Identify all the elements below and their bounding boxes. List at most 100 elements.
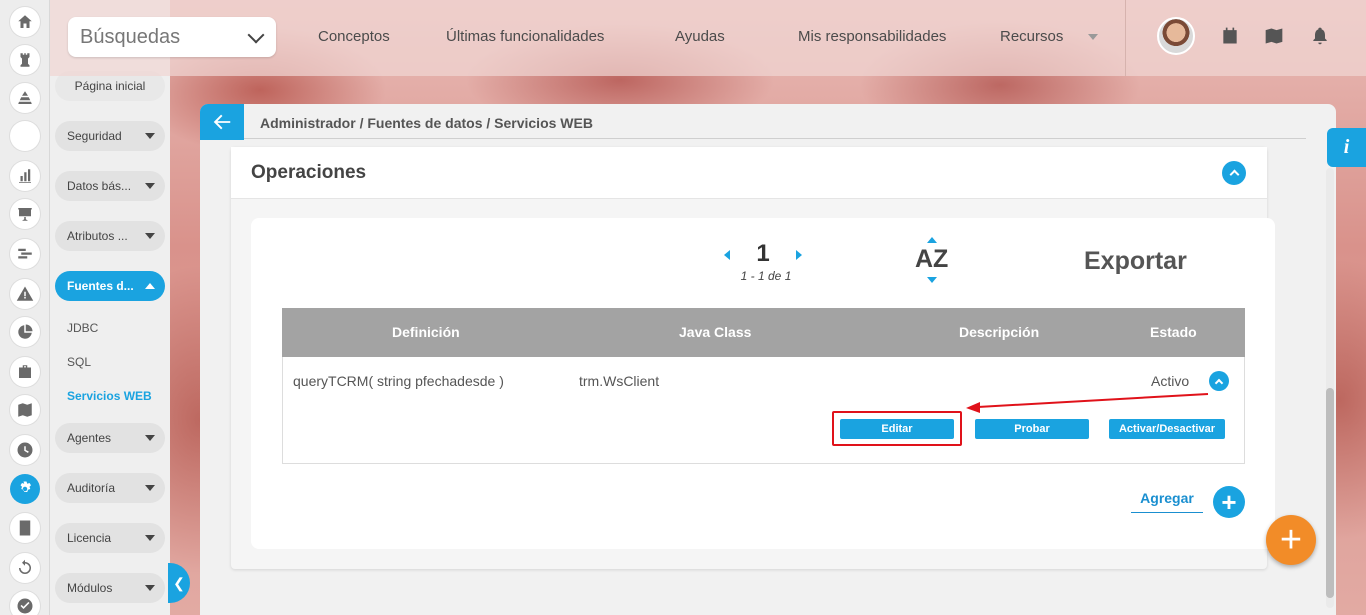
chevron-left-icon: ❮ (173, 574, 185, 591)
floating-add-button[interactable]: + (1266, 515, 1316, 565)
sidebar-subitem-sql[interactable]: SQL (67, 355, 91, 369)
sidebar-item-label: Página inicial (74, 79, 146, 93)
nav-conceptos[interactable]: Conceptos (318, 28, 390, 45)
sidebar-item-label: Fuentes d... (67, 279, 134, 293)
prev-page-icon[interactable] (724, 250, 730, 260)
icon-rail (0, 0, 50, 615)
row-collapse-button[interactable] (1209, 371, 1229, 391)
sidebar-item-label: Auditoría (67, 481, 116, 495)
refresh-icon[interactable] (10, 553, 40, 583)
info-button[interactable]: i (1327, 128, 1366, 167)
caret-up-icon (145, 283, 155, 289)
circle-icon[interactable] (10, 121, 40, 151)
briefcase-icon[interactable] (10, 357, 40, 387)
sidebar-item-modulos[interactable]: Módulos (55, 573, 165, 603)
presentation-icon[interactable] (10, 199, 40, 229)
collapse-card-button[interactable] (1222, 161, 1246, 185)
document-icon[interactable] (10, 513, 40, 543)
divider (244, 138, 1306, 139)
book-icon[interactable] (10, 395, 40, 425)
caret-down-icon (145, 585, 155, 591)
sidebar-item-label: Agentes (67, 431, 112, 445)
current-page: 1 (756, 240, 770, 267)
gear-icon[interactable] (10, 474, 40, 504)
search-select[interactable]: Búsquedas (68, 17, 276, 57)
calendar-icon[interactable] (1220, 26, 1240, 46)
cell-definicion: queryTCRM( string pfechadesde ) (293, 373, 504, 389)
nav-recursos[interactable]: Recursos (1000, 28, 1063, 45)
avatar[interactable] (1157, 17, 1195, 55)
chevron-down-icon (247, 26, 265, 44)
card-title: Operaciones (251, 162, 367, 183)
table-row: queryTCRM( string pfechadesde ) trm.WsCl… (282, 357, 1245, 464)
sidebar-item-atributos[interactable]: Atributos ... (55, 221, 165, 251)
book-icon[interactable] (1264, 26, 1284, 46)
column-header-descripcion[interactable]: Descripción (959, 324, 1039, 340)
gantt-icon[interactable] (10, 239, 40, 269)
nav-mis-responsabilidades[interactable]: Mis responsabilidades (798, 28, 946, 45)
chevron-up-icon (1214, 378, 1224, 387)
caret-down-icon (145, 133, 155, 139)
sort-ascending-icon[interactable] (927, 237, 937, 243)
sidebar-item-seguridad[interactable]: Seguridad (55, 121, 165, 151)
scrollbar-thumb[interactable] (1326, 388, 1334, 598)
pie-chart-icon[interactable] (10, 317, 40, 347)
sidebar-item-label: Seguridad (67, 129, 122, 143)
arrow-left-icon (213, 114, 231, 130)
sidebar-item-datos-basicos[interactable]: Datos bás... (55, 171, 165, 201)
pyramid-icon[interactable] (10, 83, 40, 113)
sidebar-item-fuentes-de-datos[interactable]: Fuentes d... (55, 271, 165, 301)
sidebar-item-label: Licencia (67, 531, 112, 545)
caret-down-icon[interactable] (1088, 34, 1098, 40)
column-header-java-class[interactable]: Java Class (679, 324, 751, 340)
plus-icon: + (1221, 487, 1237, 517)
bell-icon[interactable] (1310, 26, 1330, 46)
sidebar-item-agentes[interactable]: Agentes (55, 423, 165, 453)
column-header-definicion[interactable]: Definición (392, 324, 460, 340)
sidebar-item-auditoria[interactable]: Auditoría (55, 473, 165, 503)
table-header: Definición Java Class Descripción Estado (282, 308, 1245, 357)
scrollbar[interactable] (1326, 168, 1334, 608)
next-page-icon[interactable] (796, 250, 802, 260)
plus-icon: + (1279, 519, 1303, 561)
bar-chart-icon[interactable] (10, 161, 40, 191)
page-range-count: 1 - 1 (740, 269, 765, 283)
sort-button[interactable]: AZ (915, 245, 948, 274)
back-button[interactable] (200, 104, 244, 140)
cell-java-class: trm.WsClient (579, 373, 660, 389)
sidebar: Página inicial Seguridad Datos bás... At… (50, 0, 170, 615)
sidebar-subitem-jdbc[interactable]: JDBC (67, 321, 98, 335)
page-range-de: de (767, 269, 782, 283)
caret-down-icon (145, 535, 155, 541)
top-bar: Búsquedas Conceptos Últimas funcionalida… (50, 0, 1366, 76)
sidebar-subitem-servicios-web[interactable]: Servicios WEB (67, 389, 152, 403)
check-icon[interactable] (10, 591, 40, 615)
nav-ayudas[interactable]: Ayudas (675, 28, 725, 45)
nav-ultimas-funcionalidades[interactable]: Últimas funcionalidades (446, 28, 604, 45)
breadcrumb: Administrador / Fuentes de datos / Servi… (260, 115, 593, 131)
add-link[interactable]: Agregar (1131, 490, 1203, 513)
highlight-box (832, 411, 962, 446)
operations-content: 1 1 - 1 de 1 AZ Exportar Definición Java… (251, 218, 1275, 549)
test-button[interactable]: Probar (975, 419, 1089, 439)
divider (1125, 0, 1126, 76)
clock-icon[interactable] (10, 435, 40, 465)
cell-estado: Activo (1151, 373, 1190, 389)
search-select-label: Búsquedas (80, 25, 181, 48)
sidebar-item-licencia[interactable]: Licencia (55, 523, 165, 553)
sidebar-item-label: Datos bás... (67, 179, 132, 193)
caret-down-icon (145, 183, 155, 189)
chevron-up-icon (1229, 169, 1239, 180)
chess-rook-icon[interactable] (10, 45, 40, 75)
export-button[interactable]: Exportar (1084, 247, 1187, 276)
sidebar-item-label: Atributos ... (67, 229, 128, 243)
column-header-estado[interactable]: Estado (1150, 324, 1197, 340)
toggle-active-button[interactable]: Activar/Desactivar (1109, 419, 1225, 439)
warning-icon[interactable] (10, 279, 40, 309)
card-header: Operaciones (231, 147, 1267, 199)
home-icon[interactable] (10, 7, 40, 37)
add-button[interactable]: + (1213, 486, 1245, 518)
sidebar-item-label: Módulos (67, 581, 113, 595)
sort-descending-icon[interactable] (927, 277, 937, 283)
caret-down-icon (145, 233, 155, 239)
